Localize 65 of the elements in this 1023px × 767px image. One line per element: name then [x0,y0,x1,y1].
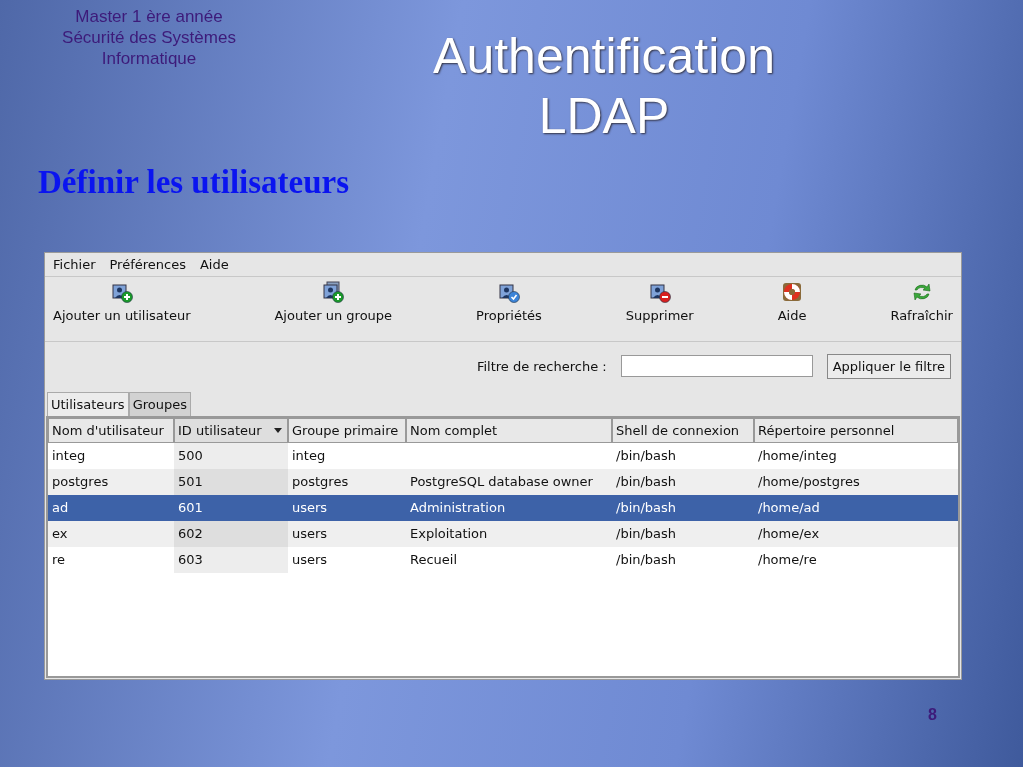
table-cell: Administration [410,500,506,515]
table-cell: 601 [178,500,203,515]
table-cell: postgres [52,474,109,489]
table-row[interactable]: ex 602 users Exploitation /bin/bash /home/ex [48,521,958,547]
table-cell: users [292,500,328,515]
apply-filter-button[interactable]: Appliquer le filtre [826,353,951,379]
table-cell: 603 [178,552,203,567]
column-header[interactable]: Répertoire personnel [754,418,958,443]
table-cell: integ [52,448,86,463]
filter-label: Filtre de recherche : [476,358,607,374]
table-cell: 501 [178,474,203,489]
group-add-icon [322,281,345,303]
table-row[interactable]: ad 601 users Administration /bin/bash /home/ad [48,495,958,521]
tab[interactable]: Utilisateurs [47,392,129,416]
column-header[interactable]: ID utilisateur [174,418,288,443]
table-cell: /home/integ [758,448,837,463]
course-subtitle: Informatique [101,48,197,69]
toolbar-button[interactable]: Supprimer [623,281,696,337]
toolbar-button[interactable]: Aide [775,281,809,337]
table-cell: /bin/bash [616,448,677,463]
sort-descending-icon [274,428,282,434]
table-cell: users [292,526,328,541]
table-cell: /home/postgres [758,474,860,489]
table-cell: ex [52,526,68,541]
menu-item[interactable]: Fichier [51,257,108,272]
user-add-icon [110,281,133,303]
column-header[interactable]: Nom d'utilisateur [48,418,174,443]
column-header[interactable]: Shell de connexion [612,418,754,443]
toolbar-button[interactable]: Ajouter un utilisateur [51,281,193,337]
table-row[interactable]: postgres 501 postgres PostgreSQL database owner /bin/bash /home/postgres [48,469,958,495]
table-cell: /bin/bash [616,552,677,567]
table-cell: /home/re [758,552,817,567]
table-cell: integ [292,448,326,463]
slide-title: Authentification LDAP [432,27,776,146]
table-cell: re [52,552,66,567]
toolbar-button[interactable]: Ajouter un groupe [272,281,395,337]
column-header[interactable]: Groupe primaire [288,418,406,443]
table-cell: postgres [292,474,349,489]
toolbar-button[interactable]: Rafraîchir [888,281,955,337]
tab[interactable]: Groupes [128,392,191,416]
filter-field[interactable] [620,355,813,377]
page-number: 8 [928,706,937,724]
slide-heading: Définir les utilisateurs [38,164,350,202]
table-cell: /home/ex [758,526,820,541]
table-cell: 500 [178,448,203,463]
table-cell: /bin/bash [616,474,677,489]
table-cell: ad [52,500,69,515]
table-cell: 602 [178,526,203,541]
table-cell: PostgreSQL database owner [410,474,593,489]
lifebuoy-icon [781,281,804,303]
table-cell: Recueil [410,552,458,567]
user-check-icon [497,281,520,303]
refresh-icon [910,281,933,303]
table-cell: /bin/bash [616,526,677,541]
table-cell: users [292,552,328,567]
toolbar-button[interactable]: Propriétés [474,281,544,337]
course-subtitle: Master 1 ère année [75,6,223,27]
menu-item[interactable]: Préférences [107,257,198,272]
user-remove-icon [648,281,671,303]
table-cell: /home/ad [758,500,820,515]
table-cell: Exploitation [410,526,488,541]
course-subtitle: Sécurité des Systèmes [62,27,236,48]
table-cell: /bin/bash [616,500,677,515]
menu-item[interactable]: Aide [197,257,241,272]
column-header[interactable]: Nom complet [406,418,612,443]
